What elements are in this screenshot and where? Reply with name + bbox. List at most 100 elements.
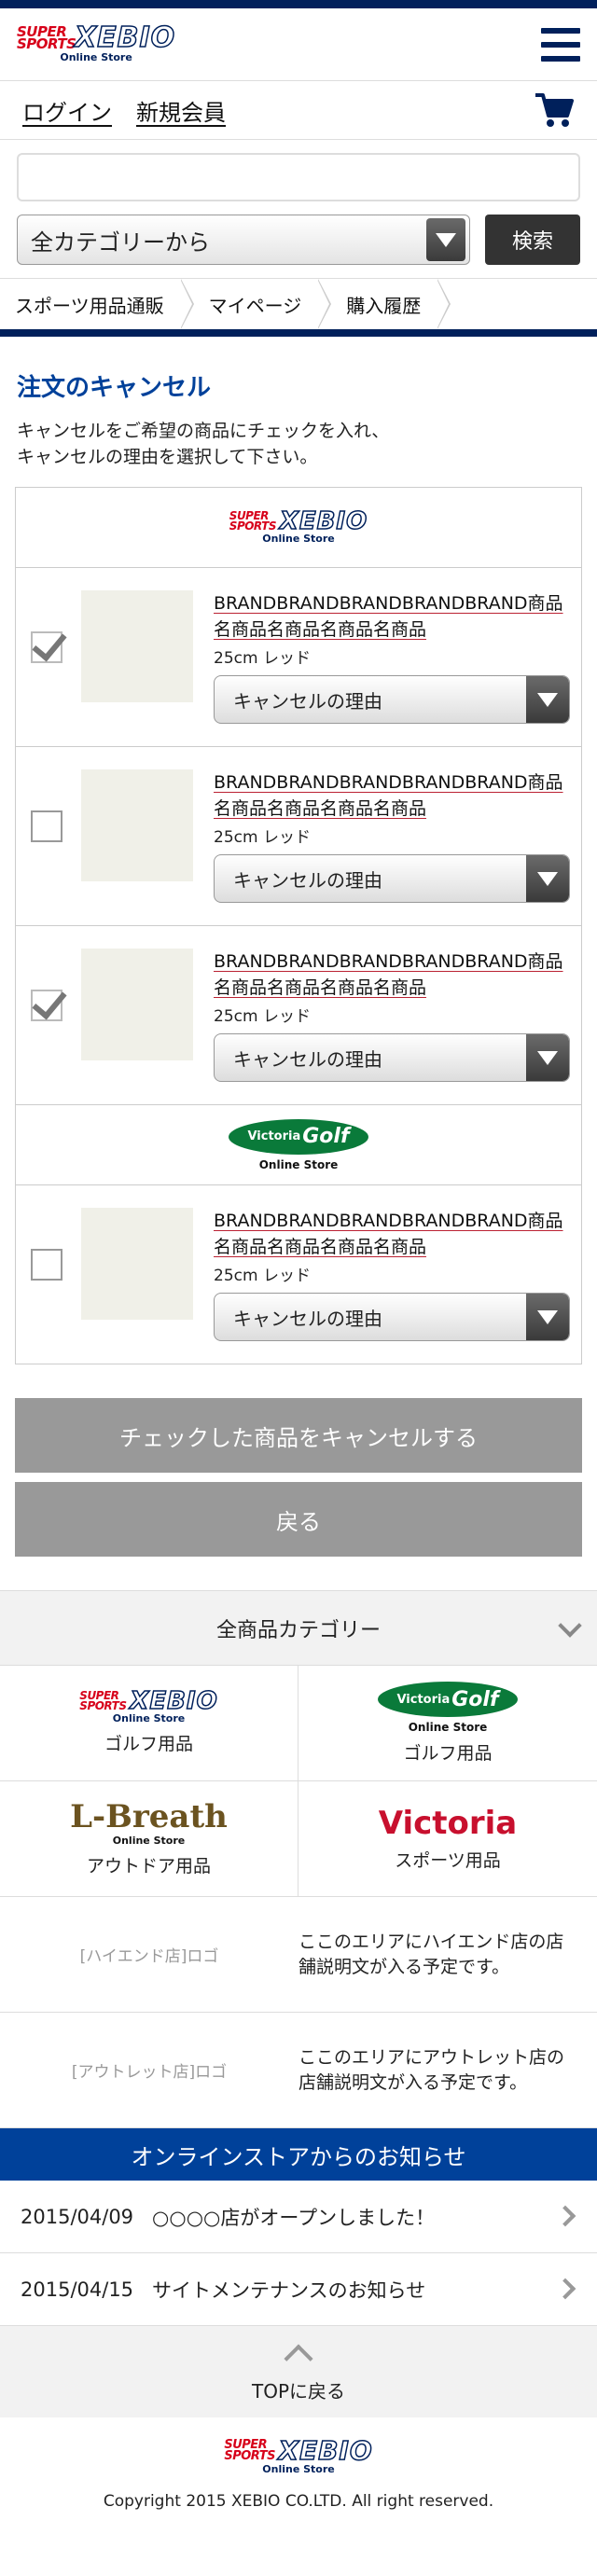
store-logo-placeholder: [アウトレット店]ロゴ [71,2063,228,2082]
chevron-right-icon [554,2205,576,2227]
account-nav: ログイン 新規会員 [0,80,597,140]
breadcrumb-item[interactable]: 購入履歴 [318,279,451,329]
logo-main-text: XEBIO [278,2435,373,2466]
cancel-reason-select[interactable]: キャンセルの理由 [214,1293,570,1341]
cancel-reason-value: キャンセルの理由 [233,868,382,892]
logo-sub-text: Online Store [258,1157,339,1171]
category-xebio-golf[interactable]: SUPER SPORTS XEBIO Online Store ゴルフ用品 [0,1666,298,1781]
item-checkbox[interactable] [31,810,62,842]
logo-super-text: SUPER SPORTS [224,2438,275,2463]
product-variant: 25cm レッド [214,649,311,668]
register-link[interactable]: 新規会員 [136,94,226,127]
select-arrow-icon [426,218,465,261]
product-variant: 25cm レッド [214,1267,311,1285]
product-thumbnail [81,769,193,881]
news-text: サイトメンテナンスのお知らせ [152,2278,426,2302]
logo-small-text: Victoria [396,1692,451,1707]
back-to-top-button[interactable]: TOPに戻る [0,2326,597,2417]
description-line: キャンセルをご希望の商品にチェックを入れ、 [17,421,390,441]
product-name-link[interactable]: BRANDBRANDBRANDBRANDBRAND商品名商品名商品名商品名商品 [214,949,570,1001]
search-button[interactable]: 検索 [485,215,580,265]
news-item[interactable]: 2015/04/15 サイトメンテナンスのお知らせ [0,2253,597,2326]
product-thumbnail [81,1208,193,1320]
search-input[interactable] [17,153,580,201]
order-item: BRANDBRANDBRANDBRANDBRAND商品名商品名商品名商品名商品 … [16,1185,581,1364]
victoria-golf-logo: Victoria Golf Online Store [229,1118,368,1171]
copyright-text: Copyright 2015 XEBIO CO.LTD. All right r… [103,2492,494,2511]
news-date: 2015/04/15 [21,2278,134,2301]
search-area: 全カテゴリーから 検索 [0,140,597,279]
logo-main-text: XEBIO [130,1687,218,1715]
logo-sub-text: Online Store [262,532,335,545]
store-highend[interactable]: [ハイエンド店]ロゴ ここのエリアにハイエンド店の店舗説明文が入る予定です。 [0,1897,597,2013]
item-checkbox[interactable] [31,631,62,663]
menu-icon[interactable] [541,27,580,62]
product-thumbnail [81,590,193,702]
brand-header-victoria-golf: Victoria Golf Online Store [16,1105,581,1185]
product-name-link[interactable]: BRANDBRANDBRANDBRANDBRAND商品名商品名商品名商品名商品 [214,1208,570,1260]
logo-sub-text: Online Store [408,1721,488,1734]
logo-super-text: SUPER SPORTS [17,22,76,52]
brand-header-xebio: SUPER SPORTS XEBIO Online Store [16,488,581,568]
category-victoria-sports[interactable]: Victoria スポーツ用品 [298,1781,597,1897]
all-categories-title: 全商品カテゴリー [215,1618,381,1642]
logo-main-text: L-Breath [70,1798,228,1835]
cancel-checked-button[interactable]: チェックした商品をキャンセルする [15,1398,582,1473]
breadcrumb-item[interactable]: スポーツ用品通販 [0,279,194,329]
select-arrow-icon [526,1034,569,1081]
category-select[interactable]: 全カテゴリーから [17,215,470,265]
logo-main-text: XEBIO [74,21,176,54]
store-logo-placeholder: [ハイエンド店]ロゴ [79,1947,219,1966]
order-items-box: SUPER SPORTS XEBIO Online Store BRANDBRA… [15,487,582,1364]
lbreath-logo: L-Breath Online Store [70,1800,228,1847]
cancel-reason-select[interactable]: キャンセルの理由 [214,675,570,724]
order-item: BRANDBRANDBRANDBRANDBRAND商品名商品名商品名商品名商品 … [16,747,581,926]
store-outlet[interactable]: [アウトレット店]ロゴ ここのエリアにアウトレット店の店舗説明文が入る予定です。 [0,2013,597,2128]
news-item[interactable]: 2015/04/09 ○○○○店がオープンしました！ [0,2181,597,2253]
chevron-down-icon [558,1613,582,1638]
category-label: アウトドア用品 [86,1856,211,1877]
logo-main-text: XEBIO [279,506,368,535]
item-checkbox[interactable] [31,990,62,1021]
xebio-logo[interactable]: SUPER SPORTS XEBIO Online Store [224,2435,373,2475]
category-label: スポーツ用品 [395,1850,501,1871]
cancel-reason-select[interactable]: キャンセルの理由 [214,1033,570,1082]
item-checkbox[interactable] [31,1249,62,1281]
cancel-reason-value: キャンセルの理由 [233,689,382,713]
store-description: ここのエリアにアウトレット店の店舗説明文が入る予定です。 [298,2046,565,2093]
logo-sub-text: Online Store [262,2463,335,2475]
news-date: 2015/04/09 [21,2205,134,2228]
product-variant: 25cm レッド [214,828,311,847]
logo-super-text: SUPER SPORTS [229,508,277,533]
logo-main-text: Golf [451,1687,499,1711]
back-to-top-label: TOPに戻る [251,2379,346,2403]
news-text: ○○○○店がオープンしました！ [152,2206,436,2229]
product-name-link[interactable]: BRANDBRANDBRANDBRANDBRAND商品名商品名商品名商品名商品 [214,590,570,643]
select-arrow-icon [526,855,569,902]
site-header: SUPER SPORTS XEBIO Online Store [0,8,597,80]
cancel-reason-value: キャンセルの理由 [233,1307,382,1330]
victoria-golf-logo: Victoria Golf Online Store [378,1682,518,1734]
logo-sub-text: Online Store [112,1835,186,1847]
product-name-link[interactable]: BRANDBRANDBRANDBRANDBRAND商品名商品名商品名商品名商品 [214,769,570,822]
description-line: キャンセルの理由を選択して下さい。 [17,447,318,467]
page-description: キャンセルをご希望の商品にチェックを入れ、 キャンセルの理由を選択して下さい。 [17,418,580,470]
xebio-logo[interactable]: SUPER SPORTS XEBIO Online Store [17,21,176,63]
logo-sub-text: Online Store [112,1712,186,1724]
select-arrow-icon [526,1294,569,1340]
back-button[interactable]: 戻る [15,1482,582,1557]
breadcrumb-item[interactable]: マイページ [181,279,331,329]
category-victoria-golf[interactable]: Victoria Golf Online Store ゴルフ用品 [298,1666,597,1781]
cancel-reason-select[interactable]: キャンセルの理由 [214,854,570,903]
logo-main-text: Golf [302,1125,350,1148]
logo-small-text: Victoria [247,1129,301,1143]
category-lbreath-outdoor[interactable]: L-Breath Online Store アウトドア用品 [0,1781,298,1897]
category-select-value: 全カテゴリーから [31,229,210,256]
login-link[interactable]: ログイン [22,94,112,127]
all-categories-toggle[interactable]: 全商品カテゴリー [0,1590,597,1665]
logo-super-text: SUPER SPORTS [79,1689,127,1712]
logo-sub-text: Online Store [60,50,132,63]
site-footer: SUPER SPORTS XEBIO Online Store Copyrigh… [0,2417,597,2511]
cart-icon[interactable] [534,91,575,129]
order-item: BRANDBRANDBRANDBRANDBRAND商品名商品名商品名商品名商品 … [16,926,581,1105]
